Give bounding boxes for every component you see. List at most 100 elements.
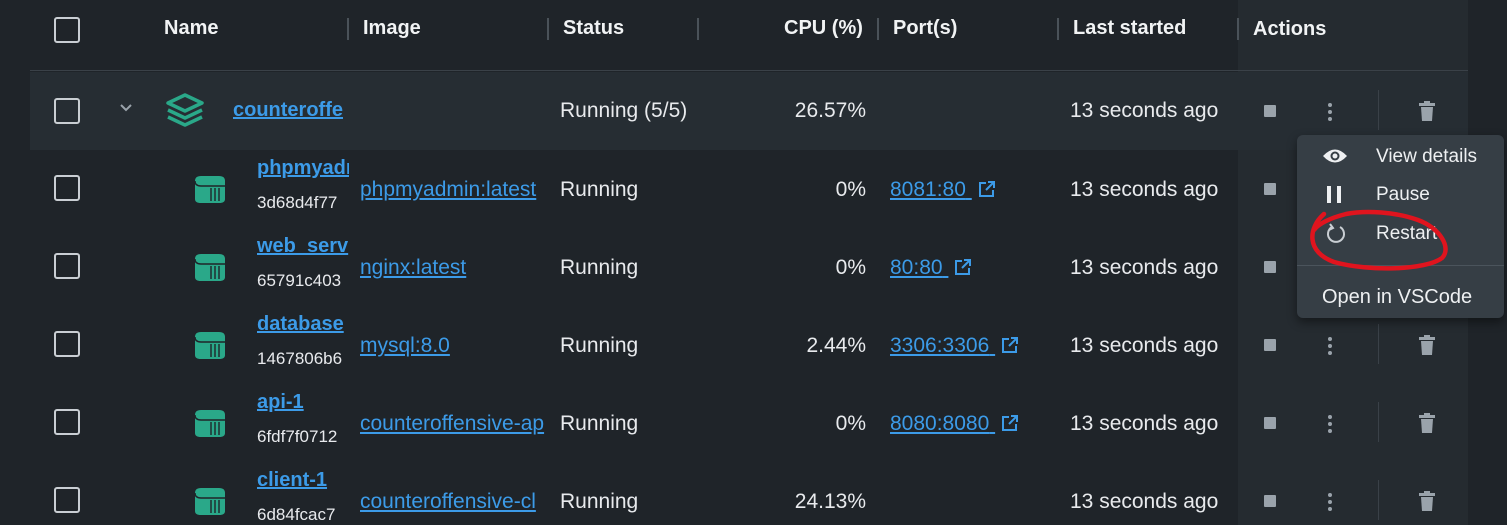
container-id: 3d68d4f77 [257, 193, 338, 212]
row-checkbox[interactable] [54, 331, 80, 357]
container-icon [190, 329, 228, 366]
external-link-icon [955, 259, 972, 275]
last-started-text: 13 seconds ago [1070, 490, 1219, 513]
header-divider [30, 70, 1468, 71]
header-actions: Actions [1253, 18, 1327, 40]
menu-item-label: Open in VSCode [1322, 286, 1473, 308]
stop-icon[interactable] [1264, 417, 1276, 429]
stop-icon[interactable] [1264, 183, 1276, 195]
container-name-link[interactable]: phpmyadr [257, 157, 349, 180]
header-cpu[interactable]: CPU (%) [784, 17, 863, 40]
port-link[interactable]: 8080:8080 [890, 412, 1019, 436]
container-name-link[interactable]: database [257, 313, 349, 336]
container-name-link[interactable]: client-1 [257, 469, 349, 492]
status-text: Running [560, 490, 639, 513]
select-all-checkbox[interactable] [54, 17, 80, 43]
status-text: Running [560, 412, 639, 435]
delete-icon[interactable] [1418, 413, 1436, 438]
more-options-icon[interactable] [1328, 415, 1332, 433]
port-link[interactable]: 3306:3306 [890, 334, 1019, 358]
restart-icon [1325, 223, 1347, 250]
last-started-text: 13 seconds ago [1070, 99, 1219, 122]
image-link[interactable]: mysql:8.0 [360, 334, 548, 358]
last-started-text: 13 seconds ago [1070, 178, 1219, 201]
eye-icon [1322, 147, 1348, 170]
column-divider[interactable] [877, 18, 879, 40]
container-name-link[interactable]: web_serv [257, 235, 349, 258]
container-icon [190, 485, 228, 522]
container-id: 1467806b6 [257, 349, 343, 368]
status-text: Running (5/5) [560, 99, 688, 122]
menu-item-label: View details [1376, 146, 1478, 167]
cpu-value: 2.44% [806, 334, 866, 357]
stop-icon[interactable] [1264, 495, 1276, 507]
external-link-icon [978, 181, 995, 197]
menu-item-view-details[interactable]: View details [1297, 137, 1504, 175]
action-divider [1378, 480, 1379, 520]
container-icon [190, 251, 228, 288]
external-link-icon [1002, 415, 1019, 431]
last-started-text: 13 seconds ago [1070, 256, 1219, 279]
container-icon [190, 407, 228, 444]
context-menu: View details Pause Restart Open in VSCod… [1297, 135, 1504, 318]
status-text: Running [560, 256, 639, 279]
header-status[interactable]: Status [563, 17, 624, 40]
more-options-icon[interactable] [1328, 103, 1332, 121]
stop-icon[interactable] [1264, 105, 1276, 117]
container-id: 6fdf7f0712 [257, 427, 338, 446]
more-options-icon[interactable] [1328, 493, 1332, 511]
row-checkbox[interactable] [54, 98, 80, 124]
menu-item-restart[interactable]: Restart [1297, 214, 1504, 252]
delete-icon[interactable] [1418, 101, 1436, 126]
row-checkbox[interactable] [54, 253, 80, 279]
port-link[interactable]: 8081:80 [890, 178, 995, 202]
delete-icon[interactable] [1418, 491, 1436, 516]
action-divider [1378, 324, 1379, 364]
column-divider[interactable] [547, 18, 549, 40]
pause-icon [1327, 186, 1341, 208]
container-id: 6d84fcac7 [257, 505, 336, 524]
column-divider[interactable] [1057, 18, 1059, 40]
chevron-down-icon[interactable] [118, 99, 134, 120]
row-checkbox[interactable] [54, 409, 80, 435]
column-divider[interactable] [697, 18, 699, 40]
last-started-text: 13 seconds ago [1070, 334, 1219, 357]
table-header: Name Image Status CPU (%) Port(s) Last s… [0, 0, 1507, 60]
last-started-text: 13 seconds ago [1070, 412, 1219, 435]
header-ports[interactable]: Port(s) [893, 17, 957, 40]
header-last-started[interactable]: Last started [1073, 17, 1186, 40]
header-image[interactable]: Image [363, 17, 421, 40]
stack-layers-icon [164, 92, 206, 135]
row-checkbox[interactable] [54, 487, 80, 513]
menu-item-open-in-vscode[interactable]: Open in VSCode [1297, 277, 1504, 315]
row-checkbox[interactable] [54, 175, 80, 201]
action-divider [1378, 402, 1379, 442]
container-id: 65791c403 [257, 271, 342, 290]
containers-table: Name Image Status CPU (%) Port(s) Last s… [0, 0, 1507, 525]
menu-item-label: Restart [1376, 223, 1438, 244]
cpu-value: 0% [835, 412, 866, 435]
group-name-link[interactable]: counteroffe [233, 99, 348, 122]
container-name-link[interactable]: api-1 [257, 391, 349, 414]
status-text: Running [560, 178, 639, 201]
container-icon [190, 173, 228, 210]
stop-icon[interactable] [1264, 261, 1276, 273]
cpu-value: 0% [835, 256, 866, 279]
image-link[interactable]: phpmyadmin:latest [360, 178, 548, 202]
delete-icon[interactable] [1418, 335, 1436, 360]
stop-icon[interactable] [1264, 339, 1276, 351]
header-name[interactable]: Name [164, 17, 218, 40]
image-link[interactable]: counteroffensive-ap [360, 412, 548, 436]
port-link[interactable]: 80:80 [890, 256, 972, 280]
status-text: Running [560, 334, 639, 357]
more-options-icon[interactable] [1328, 337, 1332, 355]
external-link-icon [1002, 337, 1019, 353]
cpu-value: 26.57% [794, 99, 866, 122]
cpu-value: 0% [835, 178, 866, 201]
image-link[interactable]: counteroffensive-cl [360, 490, 548, 514]
menu-item-pause[interactable]: Pause [1297, 175, 1504, 213]
column-divider[interactable] [347, 18, 349, 40]
image-link[interactable]: nginx:latest [360, 256, 548, 280]
action-divider [1378, 90, 1379, 130]
menu-item-label: Pause [1376, 184, 1430, 205]
